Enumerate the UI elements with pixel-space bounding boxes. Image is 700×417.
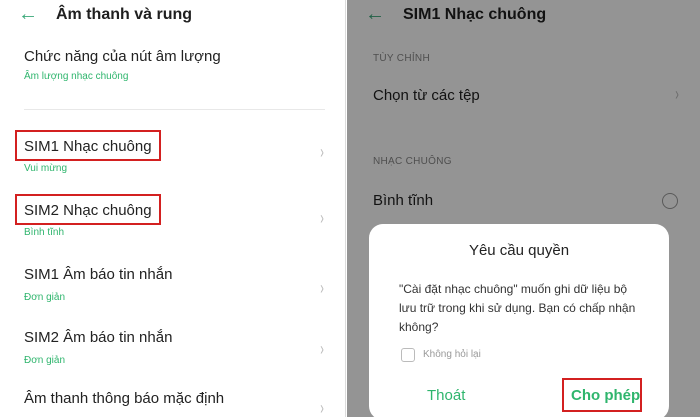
item-title: SIM2 Âm báo tin nhắn <box>24 329 173 346</box>
item-title: SIM1 Âm báo tin nhắn <box>24 266 173 283</box>
back-arrow-icon[interactable]: ← <box>18 4 38 24</box>
chevron-right-icon: › <box>320 278 324 298</box>
list-item-sim2-message-tone[interactable]: SIM2 Âm báo tin nhắn Đơn giản › <box>0 325 345 371</box>
list-item-default-notification[interactable]: Âm thanh thông báo mặc định › <box>0 388 345 417</box>
deny-button[interactable]: Thoát <box>427 387 465 404</box>
divider <box>24 109 325 110</box>
item-subtitle: Bình tĩnh <box>24 227 65 238</box>
section-header-ringtone: NHẠC CHUÔNG <box>373 156 452 167</box>
chevron-right-icon: › <box>320 142 324 162</box>
item-title: Chọn từ các tệp <box>373 87 480 104</box>
ringtone-option[interactable]: Bình tĩnh <box>347 188 700 216</box>
top-bar: ← SIM1 Nhạc chuông <box>347 0 700 30</box>
highlight-box-allow <box>562 378 642 412</box>
highlight-box-sim1 <box>15 130 161 161</box>
choose-from-files-item[interactable]: Chọn từ các tệp › <box>347 82 700 112</box>
radio-button[interactable] <box>662 193 678 209</box>
back-arrow-icon[interactable]: ← <box>365 4 385 24</box>
top-bar: ← Âm thanh và rung <box>0 0 345 30</box>
sound-settings-screen: ← Âm thanh và rung Chức năng của nút âm … <box>0 0 346 417</box>
item-subtitle: Vui mừng <box>24 163 68 174</box>
item-subtitle: Âm lượng nhạc chuông <box>24 71 129 82</box>
chevron-right-icon: › <box>320 208 324 228</box>
item-title: Chức năng của nút âm lượng <box>24 48 221 65</box>
item-subtitle: Đơn giản <box>24 355 66 366</box>
list-item-sim1-message-tone[interactable]: SIM1 Âm báo tin nhắn Đơn giản › <box>0 262 345 308</box>
section-header-custom: TÙY CHỈNH <box>373 53 430 64</box>
sim1-ringtone-screen: ← SIM1 Nhạc chuông TÙY CHỈNH Chọn từ các… <box>347 0 700 417</box>
dont-ask-again-checkbox[interactable] <box>401 348 415 362</box>
permission-dialog: Yêu cầu quyền "Cài đặt nhạc chuông" muốn… <box>369 224 669 417</box>
list-item-volume-button[interactable]: Chức năng của nút âm lượng Âm lượng nhạc… <box>0 44 345 86</box>
dialog-message: "Cài đặt nhạc chuông" muốn ghi dữ liệu b… <box>399 282 636 334</box>
item-subtitle: Đơn giản <box>24 292 66 303</box>
page-title: SIM1 Nhạc chuông <box>403 6 547 23</box>
item-title: Bình tĩnh <box>373 192 434 209</box>
page-title: Âm thanh và rung <box>56 6 193 23</box>
chevron-right-icon: › <box>320 339 324 359</box>
chevron-right-icon: › <box>675 84 679 104</box>
chevron-right-icon: › <box>320 398 324 417</box>
checkbox-label: Không hỏi lại <box>423 349 481 360</box>
highlight-box-sim2 <box>15 194 161 225</box>
item-title: Âm thanh thông báo mặc định <box>24 390 225 407</box>
dialog-title: Yêu cầu quyền <box>468 242 570 259</box>
